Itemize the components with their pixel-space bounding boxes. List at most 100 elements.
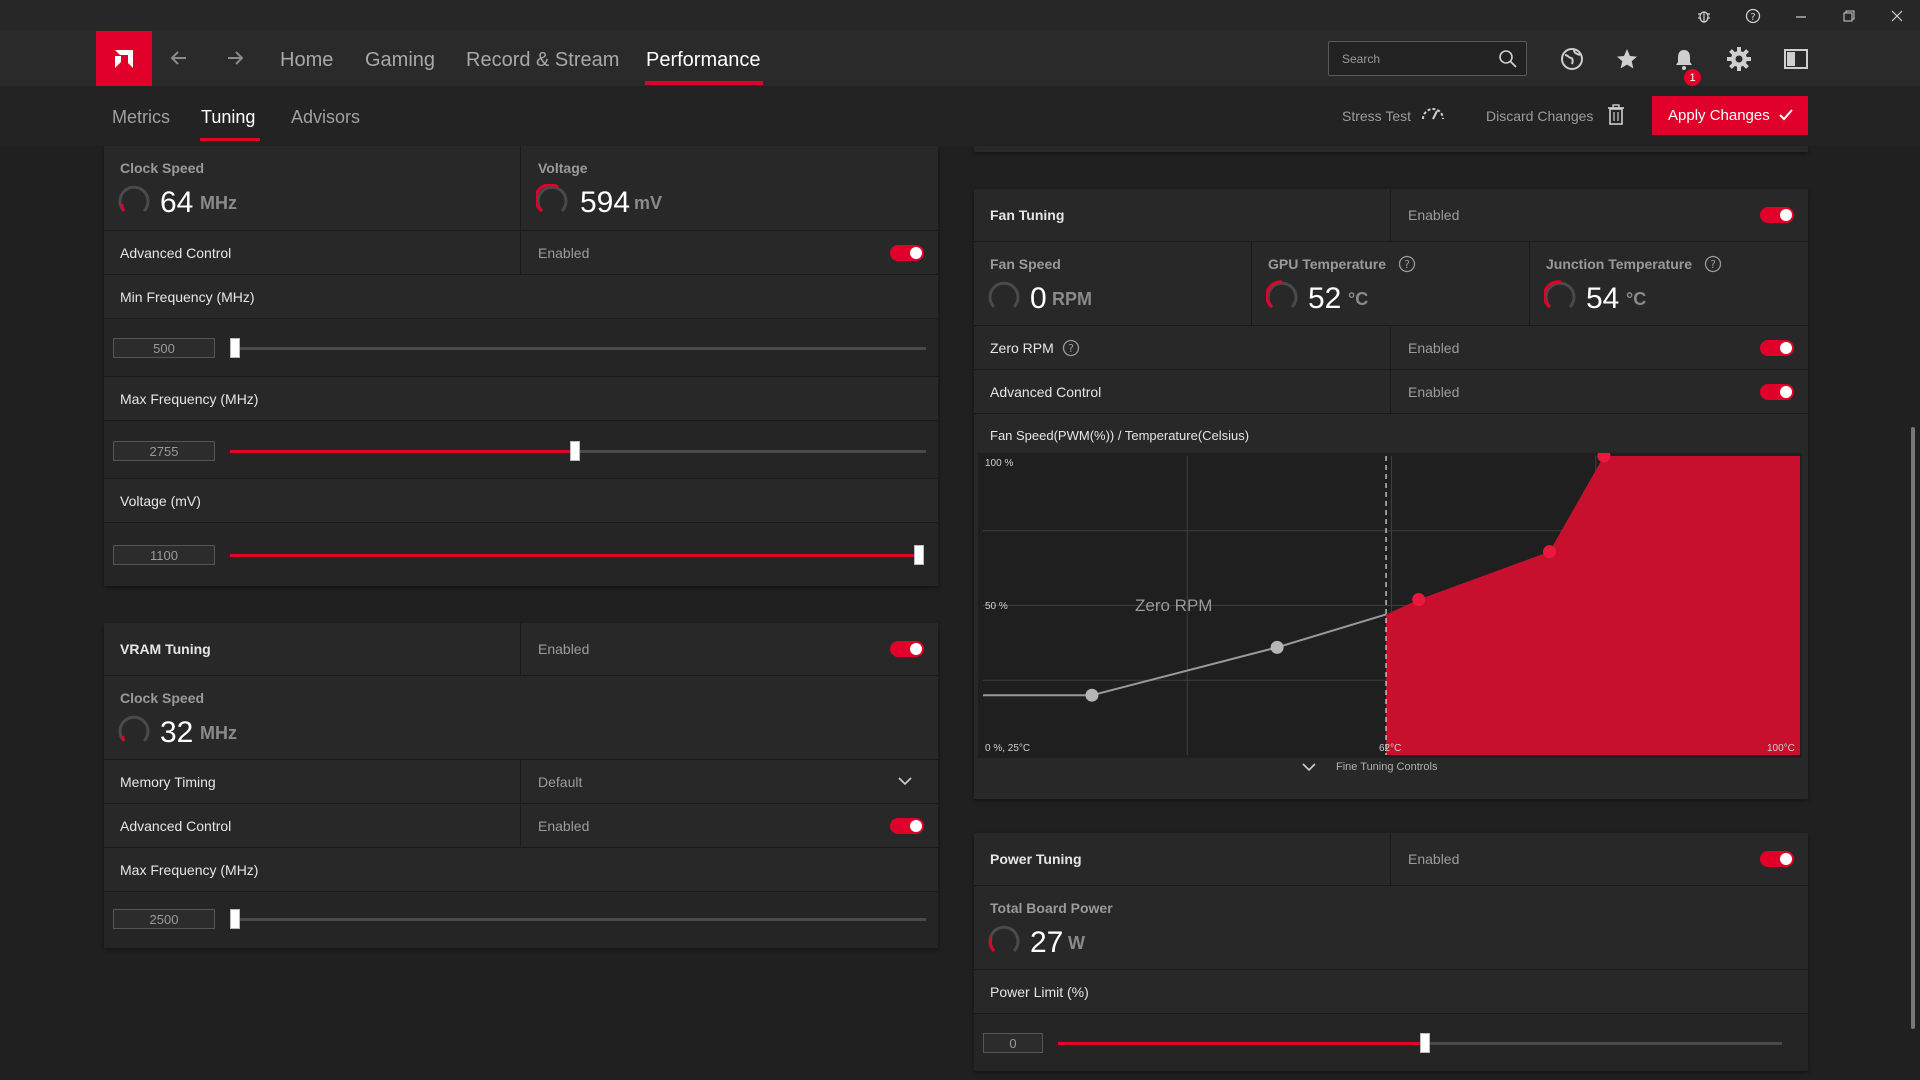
gpu-temperature-help-icon[interactable]: ? xyxy=(1398,255,1416,273)
discard-changes-button[interactable]: Discard Changes xyxy=(1486,108,1593,124)
chart-label-right: 100°C xyxy=(1767,743,1795,754)
curve-point-active[interactable] xyxy=(1542,545,1556,559)
bug-report-icon[interactable] xyxy=(1694,6,1714,26)
help-icon[interactable]: ? xyxy=(1743,6,1763,26)
gpu-stats-row: Clock Speed 64 MHz Voltage 594 mV xyxy=(104,146,938,230)
close-icon[interactable] xyxy=(1887,6,1907,26)
memory-timing-select[interactable]: Default xyxy=(538,774,582,790)
min-frequency-input[interactable]: 500 xyxy=(113,338,215,358)
forward-arrow-icon[interactable] xyxy=(222,45,248,71)
memory-timing-row: Memory Timing Default xyxy=(104,759,938,804)
fan-advanced-label: Advanced Control xyxy=(990,384,1102,400)
vram-max-frequency-thumb[interactable] xyxy=(230,909,240,929)
gpu-advanced-toggle[interactable] xyxy=(890,245,924,261)
apply-changes-button[interactable]: Apply Changes xyxy=(1652,96,1808,135)
vram-advanced-row: Advanced Control Enabled xyxy=(104,803,938,848)
search-input[interactable]: Search xyxy=(1328,41,1527,76)
notification-badge: 1 xyxy=(1684,69,1701,86)
voltage-thumb[interactable] xyxy=(914,545,924,565)
gpu-temperature-value: 52 xyxy=(1308,282,1342,315)
gpu-clock-unit: MHz xyxy=(200,193,237,213)
vram-max-frequency-input[interactable]: 2500 xyxy=(113,909,215,929)
zero-rpm-toggle[interactable] xyxy=(1760,340,1794,356)
min-frequency-thumb[interactable] xyxy=(230,338,240,358)
curve-point-inactive[interactable] xyxy=(1270,640,1284,654)
vram-advanced-label: Advanced Control xyxy=(120,818,232,834)
gpu-voltage-value: 594 xyxy=(580,186,631,219)
junction-temperature-gauge-icon xyxy=(1544,280,1576,309)
fan-advanced-row: Advanced Control Enabled xyxy=(974,369,1808,414)
fan-header-row: Fan Tuning Enabled xyxy=(974,189,1808,241)
junction-temperature-unit: °C xyxy=(1626,289,1647,309)
fan-tuning-title: Fan Tuning xyxy=(990,207,1065,223)
junction-temperature-help-icon[interactable]: ? xyxy=(1704,255,1722,273)
nav-record-stream[interactable]: Record & Stream xyxy=(466,49,619,72)
max-frequency-thumb[interactable] xyxy=(570,441,580,461)
total-board-power-unit: W xyxy=(1068,933,1085,953)
settings-gear-icon[interactable] xyxy=(1725,45,1753,73)
sub-navigation: Metrics Tuning Advisors Stress Test Disc… xyxy=(0,86,1920,146)
vram-max-frequency-track[interactable] xyxy=(230,918,926,921)
voltage-fill xyxy=(230,554,920,557)
top-navigation: Home Gaming Record & Stream Performance … xyxy=(0,31,1920,86)
min-frequency-track[interactable] xyxy=(230,347,926,350)
fan-curve-chart[interactable]: 100 % 50 % 0 %, 25°C 62°C 100°C Zero RPM xyxy=(978,449,1802,758)
speedometer-icon[interactable] xyxy=(1420,104,1446,122)
fine-tuning-controls-link[interactable]: Fine Tuning Controls xyxy=(1336,761,1438,773)
gpu-temperature-label: GPU Temperature xyxy=(1268,256,1386,272)
gpu-temperature-gauge-icon xyxy=(1266,280,1298,309)
power-limit-row: Power Limit (%) xyxy=(974,969,1808,1013)
gpu-voltage-gauge-icon xyxy=(536,184,568,213)
fan-tuning-toggle[interactable] xyxy=(1760,207,1794,223)
voltage-slider-row: 1100 xyxy=(104,522,938,586)
zero-rpm-help-icon[interactable]: ? xyxy=(1062,339,1080,357)
chevron-down-icon[interactable] xyxy=(898,776,912,786)
vram-advanced-toggle[interactable] xyxy=(890,818,924,834)
nav-gaming[interactable]: Gaming xyxy=(365,49,435,72)
power-tuning-toggle[interactable] xyxy=(1760,851,1794,867)
svg-text:?: ? xyxy=(1404,258,1410,271)
sidebar-panel-icon[interactable] xyxy=(1782,45,1810,73)
fan-speed-unit: RPM xyxy=(1052,289,1092,309)
power-limit-slider-row: 0 xyxy=(974,1013,1808,1071)
vram-toggle[interactable] xyxy=(890,641,924,657)
zero-rpm-chart-label: Zero RPM xyxy=(1135,596,1213,615)
vram-advanced-value: Enabled xyxy=(538,818,590,834)
globe-icon[interactable] xyxy=(1558,45,1586,73)
svg-text:?: ? xyxy=(1068,342,1074,355)
voltage-input[interactable]: 1100 xyxy=(113,545,215,565)
page-scrollbar[interactable] xyxy=(1911,427,1915,1029)
tab-advisors[interactable]: Advisors xyxy=(291,107,360,128)
gpu-voltage-unit: mV xyxy=(634,193,663,213)
curve-point-inactive[interactable] xyxy=(1085,688,1099,702)
restore-icon[interactable] xyxy=(1839,6,1859,26)
stress-test-button[interactable]: Stress Test xyxy=(1342,108,1411,124)
fine-tuning-chevron-icon[interactable] xyxy=(1302,762,1316,772)
power-limit-thumb[interactable] xyxy=(1420,1033,1430,1053)
minimize-icon[interactable] xyxy=(1791,6,1811,26)
tab-tuning[interactable]: Tuning xyxy=(201,107,255,128)
zero-rpm-row: Zero RPM ? Enabled xyxy=(974,325,1808,370)
max-frequency-input[interactable]: 2755 xyxy=(113,441,215,461)
vram-clock-gauge-icon xyxy=(118,715,150,743)
board-power-row: Total Board Power 27 W xyxy=(974,885,1808,969)
gpu-clock-label: Clock Speed xyxy=(120,160,205,176)
max-frequency-slider-row: 2755 xyxy=(104,420,938,478)
min-frequency-slider-row: 500 xyxy=(104,318,938,376)
power-limit-input[interactable]: 0 xyxy=(983,1033,1043,1053)
nav-performance[interactable]: Performance xyxy=(646,49,761,72)
star-icon[interactable] xyxy=(1613,45,1641,73)
min-frequency-label: Min Frequency (MHz) xyxy=(120,289,255,305)
tab-metrics[interactable]: Metrics xyxy=(112,107,170,128)
title-bar: ? xyxy=(0,0,1920,31)
trash-icon[interactable] xyxy=(1607,104,1625,126)
voltage-label: Voltage (mV) xyxy=(120,493,201,509)
curve-point-active[interactable] xyxy=(1412,593,1426,607)
vram-clock-row: Clock Speed 32 MHz xyxy=(104,675,938,759)
fan-curve-svg[interactable] xyxy=(978,449,1802,758)
gpu-advanced-label: Advanced Control xyxy=(120,245,232,261)
amd-logo[interactable] xyxy=(96,31,152,86)
fan-advanced-toggle[interactable] xyxy=(1760,384,1794,400)
back-arrow-icon[interactable] xyxy=(166,45,192,71)
nav-home[interactable]: Home xyxy=(280,49,333,72)
